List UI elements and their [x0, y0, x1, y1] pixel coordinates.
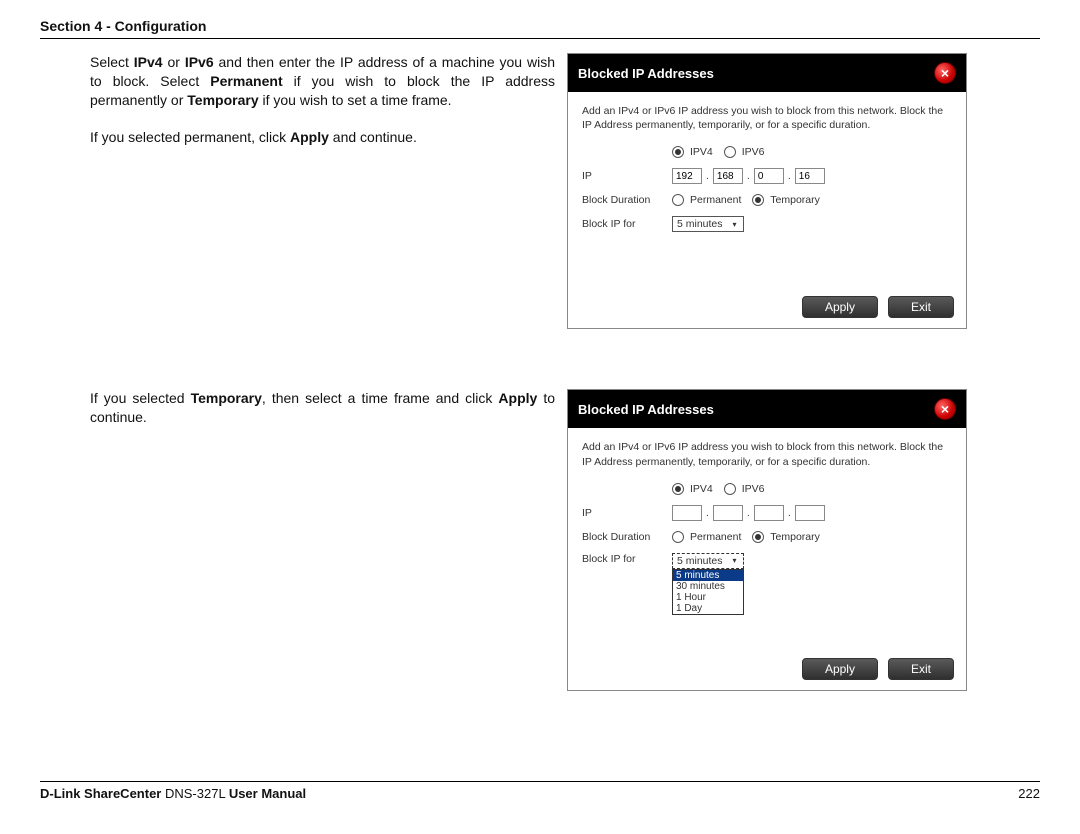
- page-number: 222: [1018, 786, 1040, 801]
- apply-button[interactable]: Apply: [802, 658, 878, 680]
- panel-description: Add an IPv4 or IPv6 IP address you wish …: [582, 440, 952, 468]
- close-icon[interactable]: ×: [934, 62, 956, 84]
- permanent-radio[interactable]: [672, 194, 684, 206]
- blockfor-label: Block IP for: [582, 553, 672, 565]
- chevron-down-icon: ▾: [733, 556, 737, 565]
- duration-select[interactable]: 5 minutes ▾: [672, 216, 744, 232]
- panel-description: Add an IPv4 or IPv6 IP address you wish …: [582, 104, 952, 132]
- ip-octet-1[interactable]: [672, 168, 702, 184]
- temporary-radio[interactable]: [752, 194, 764, 206]
- ipv6-label: IPV6: [742, 483, 765, 495]
- option-5min[interactable]: 5 minutes: [673, 570, 743, 581]
- exit-button[interactable]: Exit: [888, 296, 954, 318]
- duration-label: Block Duration: [582, 531, 672, 543]
- temporary-label: Temporary: [770, 194, 820, 206]
- ipv6-radio[interactable]: [724, 483, 736, 495]
- apply-button[interactable]: Apply: [802, 296, 878, 318]
- panel-title: Blocked IP Addresses: [578, 402, 714, 417]
- ip-label: IP: [582, 170, 672, 182]
- temporary-label: Temporary: [770, 531, 820, 543]
- panel-title: Blocked IP Addresses: [578, 66, 714, 81]
- instruction-block-1: Select IPv4 or IPv6 and then enter the I…: [40, 53, 555, 329]
- ipv4-radio[interactable]: [672, 483, 684, 495]
- duration-label: Block Duration: [582, 194, 672, 206]
- instruction-paragraph-3: If you selected Temporary, then select a…: [90, 389, 555, 427]
- ip-octet-2[interactable]: [713, 168, 743, 184]
- instruction-paragraph-1: Select IPv4 or IPv6 and then enter the I…: [90, 53, 555, 110]
- doc-footer: D-Link ShareCenter DNS-327L User Manual …: [40, 781, 1040, 801]
- blockfor-label: Block IP for: [582, 218, 672, 230]
- ip-octet-1[interactable]: [672, 505, 702, 521]
- permanent-label: Permanent: [690, 531, 741, 543]
- option-1day[interactable]: 1 Day: [673, 603, 743, 614]
- blocked-ip-panel-2: Blocked IP Addresses × Add an IPv4 or IP…: [567, 389, 967, 690]
- duration-select-value: 5 minutes: [677, 218, 723, 230]
- close-icon[interactable]: ×: [934, 398, 956, 420]
- ipv6-radio[interactable]: [724, 146, 736, 158]
- ip-octet-4[interactable]: [795, 168, 825, 184]
- footer-brand: D-Link ShareCenter: [40, 786, 161, 801]
- header-rule: [40, 38, 1040, 39]
- duration-dropdown[interactable]: 5 minutes 30 minutes 1 Hour 1 Day: [672, 569, 744, 615]
- instruction-paragraph-2: If you selected permanent, click Apply a…: [90, 128, 555, 147]
- ip-label: IP: [582, 507, 672, 519]
- section-header: Section 4 - Configuration: [40, 18, 1040, 34]
- ip-octet-3[interactable]: [754, 168, 784, 184]
- ipv6-label: IPV6: [742, 146, 765, 158]
- ip-octet-3[interactable]: [754, 505, 784, 521]
- ip-octet-4[interactable]: [795, 505, 825, 521]
- permanent-label: Permanent: [690, 194, 741, 206]
- ip-octet-2[interactable]: [713, 505, 743, 521]
- blocked-ip-panel-1: Blocked IP Addresses × Add an IPv4 or IP…: [567, 53, 967, 329]
- permanent-radio[interactable]: [672, 531, 684, 543]
- ipv4-label: IPV4: [690, 483, 713, 495]
- duration-select-value: 5 minutes: [677, 555, 723, 567]
- temporary-radio[interactable]: [752, 531, 764, 543]
- option-30min[interactable]: 30 minutes: [673, 581, 743, 592]
- footer-tail: User Manual: [229, 786, 306, 801]
- ipv4-label: IPV4: [690, 146, 713, 158]
- ipv4-radio[interactable]: [672, 146, 684, 158]
- duration-select[interactable]: 5 minutes ▾ 5 minutes 30 minutes 1 Hour …: [672, 553, 744, 569]
- instruction-block-2: If you selected Temporary, then select a…: [40, 389, 555, 690]
- footer-product: DNS-327L: [161, 786, 228, 801]
- exit-button[interactable]: Exit: [888, 658, 954, 680]
- option-1hour[interactable]: 1 Hour: [673, 592, 743, 603]
- chevron-down-icon: ▾: [733, 220, 737, 229]
